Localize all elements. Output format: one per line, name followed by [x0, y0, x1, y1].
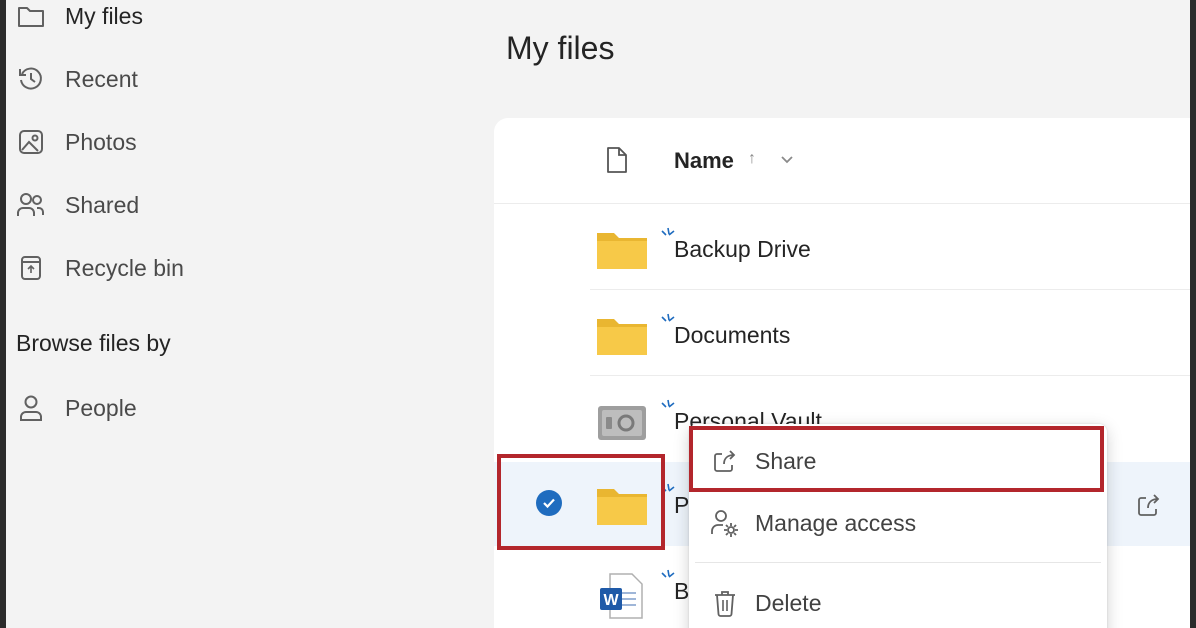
sidebar-item-label: Shared: [65, 191, 140, 218]
sort-ascending-indicator[interactable]: ↑: [748, 150, 756, 168]
sidebar-item-label: Photos: [65, 128, 137, 155]
sidebar-item-label: Recent: [65, 65, 138, 92]
menu-item-share[interactable]: Share: [695, 430, 1101, 492]
people-icon: [16, 190, 46, 220]
menu-item-label: Manage access: [755, 509, 917, 536]
sidebar-item-people[interactable]: People: [16, 388, 316, 428]
vault-icon: [596, 402, 648, 447]
folder-icon: [596, 486, 648, 531]
sidebar: My files Recent Photos Shared Recycle bi…: [6, 0, 486, 628]
menu-item-manage-access[interactable]: Manage access: [695, 492, 1101, 554]
recycle-bin-icon: [16, 253, 46, 283]
checkmark-icon[interactable]: [536, 490, 562, 516]
share-icon[interactable]: [1136, 492, 1162, 523]
person-icon: [16, 393, 46, 423]
chevron-down-icon[interactable]: [780, 152, 794, 170]
column-header-name[interactable]: Name: [674, 148, 734, 174]
trash-icon: [709, 587, 741, 619]
folder-icon: [16, 1, 46, 31]
row-divider: [590, 375, 1196, 376]
menu-item-label: Delete: [755, 589, 822, 616]
sidebar-item-label: Recycle bin: [65, 254, 184, 281]
row-divider: [590, 289, 1196, 290]
svg-text:W: W: [603, 592, 619, 609]
word-document-icon: W: [596, 572, 648, 627]
sidebar-item-photos[interactable]: Photos: [16, 122, 316, 162]
menu-item-label: Share: [755, 447, 817, 474]
file-name[interactable]: Backup Drive: [674, 236, 811, 263]
clock-icon: [16, 64, 46, 94]
sidebar-item-shared[interactable]: Shared: [16, 185, 316, 225]
image-icon: [16, 127, 46, 157]
file-name[interactable]: Documents: [674, 322, 790, 349]
share-icon: [709, 445, 741, 477]
folder-icon: [596, 316, 648, 361]
menu-separator: [695, 562, 1101, 563]
folder-icon: [596, 230, 648, 275]
context-menu: Share Manage access Delete: [689, 424, 1107, 628]
file-name[interactable]: B: [674, 578, 689, 605]
sidebar-item-recycle-bin[interactable]: Recycle bin: [16, 248, 316, 288]
browse-files-heading: Browse files by: [16, 330, 171, 356]
sidebar-item-recent[interactable]: Recent: [16, 59, 316, 99]
table-row[interactable]: Documents: [494, 292, 1196, 376]
page-title: My files: [506, 30, 615, 66]
sidebar-item-label: My files: [65, 2, 143, 29]
sidebar-item-label: People: [65, 394, 137, 421]
sidebar-item-my-files[interactable]: My files: [16, 0, 316, 36]
file-list-header: Name ↑: [494, 118, 1196, 204]
file-type-icon: [606, 146, 628, 179]
file-name[interactable]: P: [674, 492, 689, 519]
window-frame-right: [1190, 0, 1196, 628]
menu-item-delete[interactable]: Delete: [695, 572, 1101, 628]
table-row[interactable]: Backup Drive: [494, 206, 1196, 290]
manage-access-icon: [709, 507, 741, 539]
